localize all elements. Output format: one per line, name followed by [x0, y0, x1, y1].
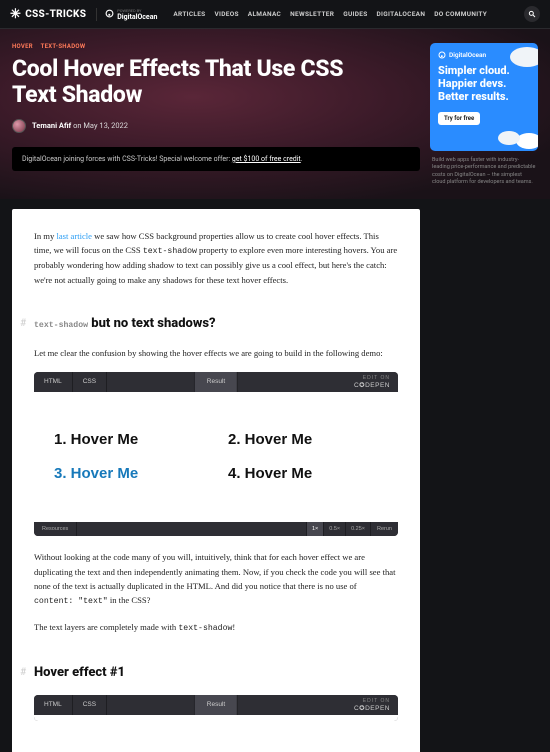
do-logo-icon [438, 51, 446, 59]
byline-on: on [71, 121, 83, 130]
codepen-footer: Resources 1× 0.5× 0.25× Rerun [34, 522, 398, 536]
zoom-05x[interactable]: 0.5× [323, 522, 345, 536]
nav-videos[interactable]: VIDEOS [214, 10, 238, 18]
powered-by[interactable]: POWERED BY DigitalOcean [96, 8, 157, 21]
codepen-tab-css[interactable]: CSS [73, 372, 107, 392]
intro-paragraph: In my last article we saw how CSS backgr… [34, 229, 398, 287]
nav-newsletter[interactable]: NEWSLETTER [290, 10, 334, 18]
zoom-1x[interactable]: 1× [306, 522, 323, 536]
paragraph-demo-intro: Let me clear the confusion by showing th… [34, 346, 398, 360]
demo-hover-1[interactable]: 1. Hover Me [54, 428, 204, 453]
zoom-025x[interactable]: 0.25× [345, 522, 370, 536]
nav-do-community[interactable]: DO COMMUNITY [434, 10, 487, 18]
codepen-edit-link[interactable]: EDIT ON C✪DEPEN [346, 699, 398, 712]
heading-anchor-icon[interactable]: # [20, 316, 26, 333]
codepen-result-frame [34, 715, 398, 721]
ad-caption: Build web apps faster with industry-lead… [430, 157, 538, 187]
paragraph-layers: The text layers are completely made with… [34, 620, 398, 636]
codepen-tab-html[interactable]: HTML [34, 372, 73, 392]
publish-date: May 13, 2022 [83, 121, 128, 130]
demo-hover-3[interactable]: 3. Hover Me [54, 462, 204, 487]
powered-brand: DigitalOcean [117, 13, 157, 21]
heading-no-shadows: # text-shadow but no text shadows? [34, 313, 398, 334]
search-button[interactable] [524, 6, 540, 22]
ad-headline: Simpler cloud. Happier devs. Better resu… [438, 65, 530, 104]
paragraph-explain: Without looking at the code many of you … [34, 550, 398, 608]
nav-guides[interactable]: GUIDES [343, 10, 367, 18]
hero-section: HOVER TEXT-SHADOW Cool Hover Effects Tha… [0, 29, 550, 199]
search-icon [528, 10, 536, 18]
codepen-edit-link[interactable]: EDIT ON C✪DEPEN [346, 376, 398, 389]
codepen-tab-result[interactable]: Result [194, 372, 238, 392]
author-name[interactable]: Temani Afif [32, 121, 71, 130]
codepen-embed-2: HTML CSS Result EDIT ON C✪DEPEN [34, 695, 398, 721]
codepen-tab-result[interactable]: Result [194, 695, 238, 715]
logo-star-icon: ✳ [10, 7, 21, 22]
promo-link[interactable]: get $100 of free credit [232, 155, 301, 163]
codepen-zoom: 1× 0.5× 0.25× [306, 522, 370, 536]
codepen-resources[interactable]: Resources [34, 522, 77, 536]
breadcrumb-hover[interactable]: HOVER [12, 43, 33, 50]
primary-nav: ARTICLES VIDEOS ALMANAC NEWSLETTER GUIDE… [173, 10, 487, 18]
codepen-header: HTML CSS Result EDIT ON C✪DEPEN [34, 372, 398, 392]
demo-hover-4[interactable]: 4. Hover Me [228, 462, 378, 487]
top-bar: ✳ CSS-TRICKS POWERED BY DigitalOcean ART… [0, 0, 550, 29]
sidebar-ad: DigitalOcean Simpler cloud. Happier devs… [430, 43, 538, 187]
code-content-text: content: "text" [34, 597, 108, 606]
promo-banner: DigitalOcean joining forces with CSS-Tri… [12, 147, 420, 171]
codepen-header: HTML CSS Result EDIT ON C✪DEPEN [34, 695, 398, 715]
codepen-tab-css[interactable]: CSS [73, 695, 107, 715]
heading-anchor-icon[interactable]: # [20, 665, 26, 682]
ad-card[interactable]: DigitalOcean Simpler cloud. Happier devs… [430, 43, 538, 151]
breadcrumb-text-shadow[interactable]: TEXT-SHADOW [41, 43, 86, 50]
breadcrumb: HOVER TEXT-SHADOW [12, 43, 420, 50]
codepen-rerun[interactable]: Rerun [370, 522, 398, 536]
nav-digitalocean[interactable]: DIGITALOCEAN [377, 10, 426, 18]
article-body: In my last article we saw how CSS backgr… [12, 209, 420, 752]
byline: Temani Afif on May 13, 2022 [12, 119, 420, 133]
ad-cta-button[interactable]: Try for free [438, 112, 480, 125]
heading-effect-1: # Hover effect #1 [34, 662, 398, 683]
do-logo-icon [105, 9, 114, 20]
codepen-embed-1: HTML CSS Result EDIT ON C✪DEPEN 1. Hover… [34, 372, 398, 536]
code-text-shadow: text-shadow [143, 247, 197, 256]
site-logo[interactable]: ✳ CSS-TRICKS [10, 7, 86, 22]
code-text-shadow-2: text-shadow [178, 624, 232, 633]
demo-hover-2[interactable]: 2. Hover Me [228, 428, 378, 453]
codepen-result-frame: 1. Hover Me 2. Hover Me 3. Hover Me 4. H… [34, 392, 398, 522]
avatar[interactable] [12, 119, 26, 133]
promo-text: DigitalOcean joining forces with CSS-Tri… [22, 155, 232, 163]
page-title: Cool Hover Effects That Use CSS Text Sha… [12, 56, 352, 109]
nav-almanac[interactable]: ALMANAC [248, 10, 281, 18]
logo-text: CSS-TRICKS [25, 9, 86, 20]
nav-articles[interactable]: ARTICLES [173, 10, 205, 18]
last-article-link[interactable]: last article [56, 231, 92, 241]
codepen-tab-html[interactable]: HTML [34, 695, 73, 715]
ad-brand: DigitalOcean [438, 51, 530, 59]
